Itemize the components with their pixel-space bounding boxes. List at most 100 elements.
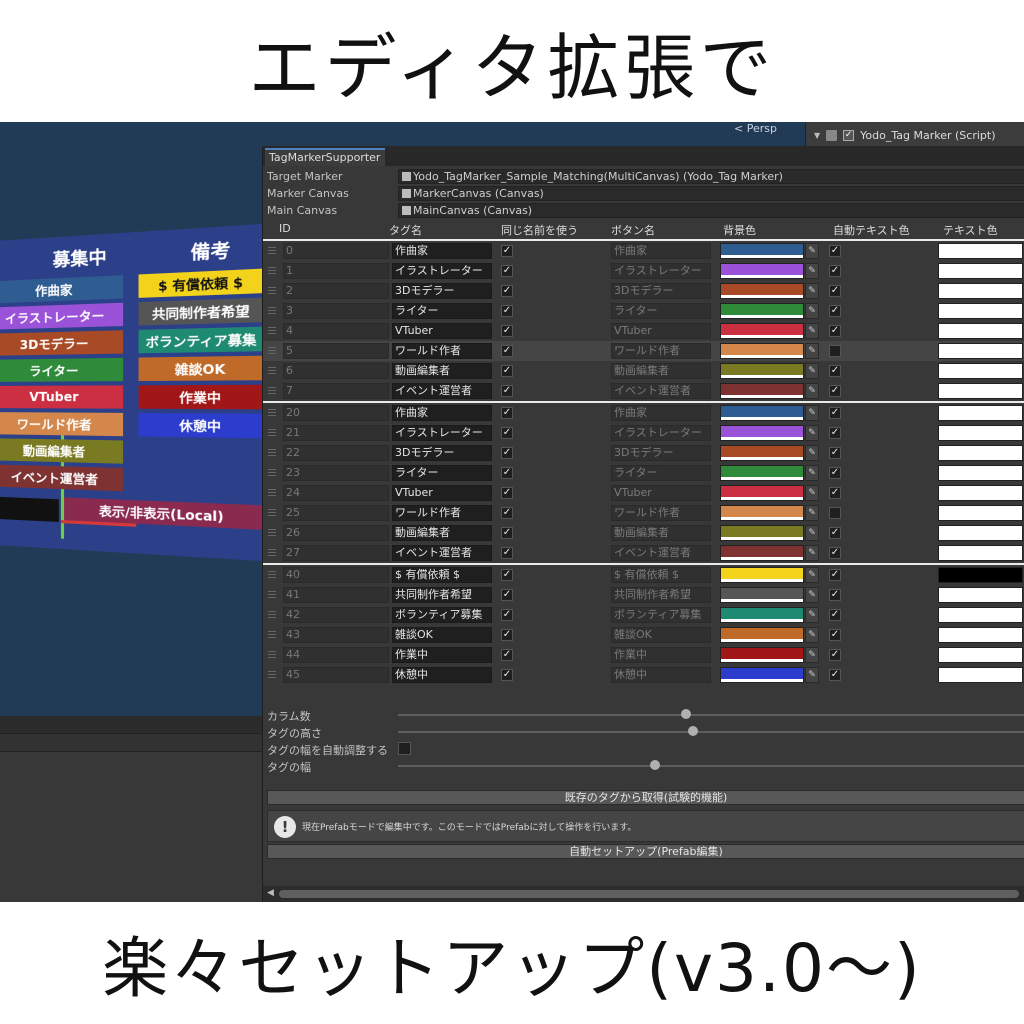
eyedropper-icon[interactable]: ✎: [805, 283, 819, 299]
id-field[interactable]: 40: [283, 567, 389, 583]
auto-text-color-checkbox[interactable]: ✓: [829, 365, 841, 377]
id-field[interactable]: 0: [283, 243, 389, 259]
auto-text-color-checkbox[interactable]: ✓: [829, 407, 841, 419]
same-name-checkbox[interactable]: ✓: [501, 365, 513, 377]
same-name-checkbox[interactable]: ✓: [501, 265, 513, 277]
auto-text-color-checkbox[interactable]: [829, 345, 841, 357]
text-color-field[interactable]: [938, 445, 1023, 461]
eyedropper-icon[interactable]: ✎: [805, 647, 819, 663]
background-color-field[interactable]: [720, 383, 804, 399]
background-color-field[interactable]: [720, 445, 804, 461]
id-field[interactable]: 5: [283, 343, 389, 359]
button-name-field[interactable]: ワールド作者: [611, 343, 711, 359]
button-name-field[interactable]: イラストレーター: [611, 425, 711, 441]
auto-text-color-checkbox[interactable]: ✓: [829, 629, 841, 641]
background-color-field[interactable]: [720, 647, 804, 663]
component-enabled-checkbox[interactable]: ✓: [843, 130, 854, 141]
tag-row[interactable]: 23 ライター ✓ ライター ✎ ✓: [263, 463, 1024, 483]
button-name-field[interactable]: ライター: [611, 303, 711, 319]
eyedropper-icon[interactable]: ✎: [805, 567, 819, 583]
same-name-checkbox[interactable]: ✓: [501, 427, 513, 439]
eyedropper-icon[interactable]: ✎: [805, 627, 819, 643]
scroll-left-icon[interactable]: ◀: [267, 888, 274, 898]
background-color-field[interactable]: [720, 667, 804, 683]
world-tag[interactable]: イラストレーター: [0, 303, 123, 330]
background-color-field[interactable]: [720, 263, 804, 279]
auto-text-color-checkbox[interactable]: ✓: [829, 285, 841, 297]
text-color-field[interactable]: [938, 323, 1023, 339]
button-name-field[interactable]: 作曲家: [611, 243, 711, 259]
drag-handle-icon[interactable]: [268, 367, 276, 374]
auto-text-color-checkbox[interactable]: ✓: [829, 265, 841, 277]
drag-handle-icon[interactable]: [268, 307, 276, 314]
eyedropper-icon[interactable]: ✎: [805, 545, 819, 561]
drag-handle-icon[interactable]: [268, 489, 276, 496]
tag-name-field[interactable]: 動画編集者: [392, 363, 492, 379]
same-name-checkbox[interactable]: ✓: [501, 407, 513, 419]
auto-width-checkbox[interactable]: [398, 742, 411, 755]
world-note-tag[interactable]: 作業中: [139, 385, 265, 410]
tag-row[interactable]: 25 ワールド作者 ✓ ワールド作者 ✎: [263, 503, 1024, 523]
drag-handle-icon[interactable]: [268, 449, 276, 456]
tag-row[interactable]: 3 ライター ✓ ライター ✎ ✓: [263, 301, 1024, 321]
world-tag[interactable]: 3Dモデラー: [0, 330, 123, 356]
text-color-field[interactable]: [938, 485, 1023, 501]
eyedropper-icon[interactable]: ✎: [805, 383, 819, 399]
auto-text-color-checkbox[interactable]: ✓: [829, 245, 841, 257]
auto-text-color-checkbox[interactable]: ✓: [829, 589, 841, 601]
scrollbar-thumb[interactable]: [279, 890, 1019, 898]
tag-row[interactable]: 44 作業中 ✓ 作業中 ✎ ✓: [263, 645, 1024, 665]
background-color-field[interactable]: [720, 485, 804, 501]
tag-name-field[interactable]: 雑談OK: [392, 627, 492, 643]
same-name-checkbox[interactable]: ✓: [501, 507, 513, 519]
eyedropper-icon[interactable]: ✎: [805, 363, 819, 379]
id-field[interactable]: 21: [283, 425, 389, 441]
drag-handle-icon[interactable]: [268, 611, 276, 618]
background-color-field[interactable]: [720, 627, 804, 643]
text-color-field[interactable]: [938, 283, 1023, 299]
auto-text-color-checkbox[interactable]: ✓: [829, 547, 841, 559]
tag-name-field[interactable]: イベント運営者: [392, 383, 492, 399]
id-field[interactable]: 41: [283, 587, 389, 603]
text-color-field[interactable]: [938, 627, 1023, 643]
tag-name-field[interactable]: 作曲家: [392, 405, 492, 421]
tag-row[interactable]: 26 動画編集者 ✓ 動画編集者 ✎ ✓: [263, 523, 1024, 543]
id-field[interactable]: 1: [283, 263, 389, 279]
tag-name-field[interactable]: 動画編集者: [392, 525, 492, 541]
background-color-field[interactable]: [720, 567, 804, 583]
button-name-field[interactable]: 作業中: [611, 647, 711, 663]
background-color-field[interactable]: [720, 465, 804, 481]
eyedropper-icon[interactable]: ✎: [805, 425, 819, 441]
background-color-field[interactable]: [720, 525, 804, 541]
world-tag[interactable]: VTuber: [0, 385, 123, 408]
drag-handle-icon[interactable]: [268, 509, 276, 516]
auto-text-color-checkbox[interactable]: ✓: [829, 385, 841, 397]
eyedropper-icon[interactable]: ✎: [805, 303, 819, 319]
id-field[interactable]: 7: [283, 383, 389, 399]
tag-name-field[interactable]: VTuber: [392, 485, 492, 501]
world-tag[interactable]: ライター: [0, 358, 123, 382]
text-color-field[interactable]: [938, 383, 1023, 399]
button-name-field[interactable]: 休憩中: [611, 667, 711, 683]
tag-row[interactable]: 40 $ 有償依頼 $ ✓ $ 有償依頼 $ ✎ ✓: [263, 565, 1024, 585]
button-name-field[interactable]: 動画編集者: [611, 363, 711, 379]
same-name-checkbox[interactable]: ✓: [501, 305, 513, 317]
auto-text-color-checkbox[interactable]: ✓: [829, 527, 841, 539]
tag-row[interactable]: 41 共同制作者希望 ✓ 共同制作者希望 ✎ ✓: [263, 585, 1024, 605]
same-name-checkbox[interactable]: ✓: [501, 629, 513, 641]
world-note-tag[interactable]: $ 有償依頼 $: [139, 269, 265, 298]
tag-name-field[interactable]: イラストレーター: [392, 263, 492, 279]
same-name-checkbox[interactable]: ✓: [501, 325, 513, 337]
same-name-checkbox[interactable]: ✓: [501, 649, 513, 661]
tag-name-field[interactable]: 作曲家: [392, 243, 492, 259]
same-name-checkbox[interactable]: ✓: [501, 669, 513, 681]
tag-row[interactable]: 1 イラストレーター ✓ イラストレーター ✎ ✓: [263, 261, 1024, 281]
tag-row[interactable]: 45 休憩中 ✓ 休憩中 ✎ ✓: [263, 665, 1024, 685]
tag-row[interactable]: 4 VTuber ✓ VTuber ✎ ✓: [263, 321, 1024, 341]
tag-row[interactable]: 22 3Dモデラー ✓ 3Dモデラー ✎ ✓: [263, 443, 1024, 463]
eyedropper-icon[interactable]: ✎: [805, 505, 819, 521]
tag-width-slider[interactable]: [398, 765, 1024, 767]
same-name-checkbox[interactable]: ✓: [501, 487, 513, 499]
background-color-field[interactable]: [720, 587, 804, 603]
button-name-field[interactable]: ワールド作者: [611, 505, 711, 521]
